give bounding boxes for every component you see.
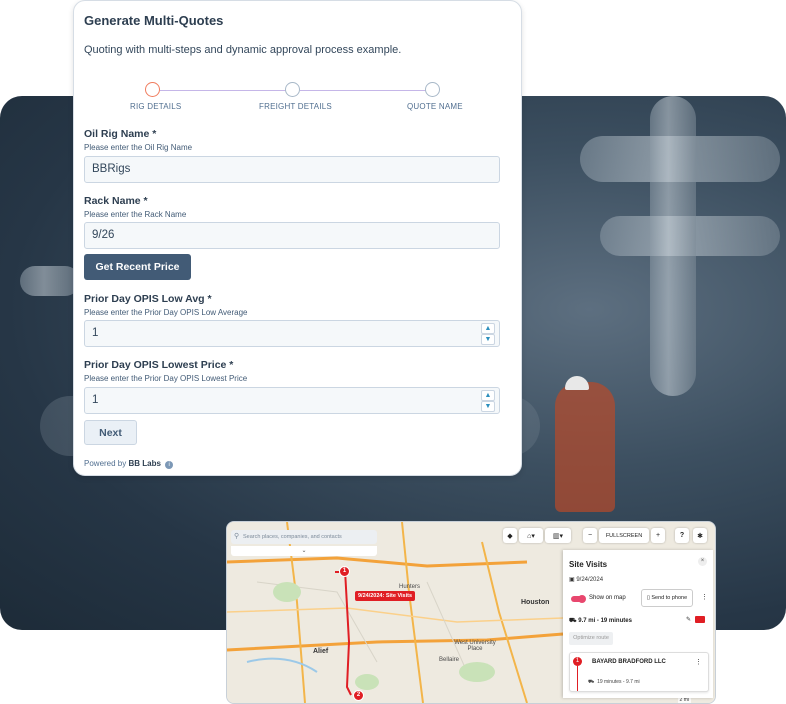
step-label: QUOTE NAME	[407, 102, 463, 111]
low-avg-stepper[interactable]: ▲ ▼	[481, 323, 495, 345]
map-style-dropdown-icon[interactable]: ▥▾	[545, 528, 571, 543]
route-summary-text: 9.7 mi - 19 minutes	[578, 618, 632, 624]
zoom-in-button[interactable]: +	[651, 528, 665, 543]
route-summary: ⛟ 9.7 mi - 19 minutes	[569, 617, 632, 625]
collapse-chevron-icon[interactable]: ⌄	[231, 546, 377, 556]
step-quote-name[interactable]	[425, 82, 440, 97]
form-title: Generate Multi-Quotes	[84, 13, 224, 28]
stop-duration: ⛟ 19 minutes - 9.7 mi	[588, 679, 640, 686]
show-on-map-label: Show on map	[589, 595, 626, 601]
powered-brand-link[interactable]: BB Labs	[128, 459, 160, 468]
layers-icon[interactable]: ◆	[503, 528, 517, 543]
low-avg-label: Prior Day OPIS Low Avg *	[84, 293, 212, 305]
stop-duration-text: 19 minutes - 9.7 mi	[597, 679, 640, 685]
send-to-phone-button[interactable]: ▯ Send to phone	[641, 589, 693, 607]
low-avg-help: Please enter the Prior Day OPIS Low Aver…	[84, 308, 248, 317]
settings-icon[interactable]: ✱	[693, 528, 707, 543]
step-label: RIG DETAILS	[130, 102, 182, 111]
rack-name-input[interactable]: 9/26	[84, 222, 500, 249]
decrement-icon[interactable]: ▼	[481, 334, 495, 345]
stop-options-icon[interactable]: ⋮	[695, 658, 702, 666]
map-widget: ⚲ Search places, companies, and contacts…	[226, 521, 716, 704]
increment-icon[interactable]: ▲	[481, 390, 495, 401]
map-label-alief: Alief	[313, 648, 329, 655]
site-visits-panel: Site Visits × ▣ 9/24/2024 Show on map ▯ …	[563, 550, 713, 698]
step-connector	[160, 90, 286, 91]
powered-prefix: Powered by	[84, 459, 127, 468]
rig-name-input[interactable]: BBRigs	[84, 156, 500, 183]
worker-figure	[555, 382, 615, 512]
pencil-icon[interactable]: ✎	[686, 616, 691, 623]
home-dropdown-icon[interactable]: ⌂▾	[519, 528, 543, 543]
pipe-graphic	[650, 96, 696, 396]
route-callout[interactable]: 9/24/2024: Site Visits	[355, 591, 416, 601]
rack-name-label: Rack Name *	[84, 195, 148, 207]
rig-name-help: Please enter the Oil Rig Name	[84, 143, 193, 152]
show-on-map-toggle[interactable]	[571, 595, 586, 603]
powered-by: Powered by BB Labs i	[84, 459, 174, 469]
zoom-out-button[interactable]: −	[583, 528, 597, 543]
map-label-houston: Houston	[521, 599, 550, 606]
send-to-phone-label: Send to phone	[651, 595, 688, 601]
next-button[interactable]: Next	[84, 420, 137, 445]
step-rig-details[interactable]	[145, 82, 160, 97]
stop-card[interactable]: 1 BAYARD BRADFORD LLC ⋮ ⛟ 19 minutes - 9…	[569, 652, 709, 692]
help-icon[interactable]: ?	[675, 528, 689, 543]
site-visits-date: ▣ 9/24/2024	[569, 576, 603, 583]
search-placeholder: Search places, companies, and contacts	[243, 534, 342, 540]
stop-route-connector	[577, 666, 578, 691]
low-avg-value: 1	[92, 327, 99, 339]
get-recent-price-button[interactable]: Get Recent Price	[84, 254, 191, 280]
stop-number: 1	[573, 657, 582, 666]
site-visits-date-text: 9/24/2024	[576, 577, 604, 583]
calendar-icon: ▣	[569, 577, 575, 583]
low-avg-input[interactable]: 1 ▲ ▼	[84, 320, 500, 347]
stop-name: BAYARD BRADFORD LLC	[592, 659, 666, 665]
search-icon: ⚲	[234, 533, 240, 540]
step-label: FREIGHT DETAILS	[259, 102, 332, 111]
map-label-bellaire: Bellaire	[439, 657, 460, 663]
car-icon: ⛟	[569, 618, 577, 624]
route-pin-1[interactable]: 1	[339, 566, 350, 577]
increment-icon[interactable]: ▲	[481, 323, 495, 334]
lowest-price-input[interactable]: 1 ▲ ▼	[84, 387, 500, 414]
close-icon[interactable]: ×	[698, 557, 707, 566]
lowest-price-stepper[interactable]: ▲ ▼	[481, 390, 495, 412]
rig-name-label: Oil Rig Name *	[84, 128, 157, 140]
lowest-price-value: 1	[92, 394, 99, 406]
fullscreen-button[interactable]: FULLSCREEN	[599, 528, 649, 543]
map-search-input[interactable]: ⚲ Search places, companies, and contacts	[231, 530, 377, 544]
lowest-price-help: Please enter the Prior Day OPIS Lowest P…	[84, 374, 248, 383]
hardhat	[565, 376, 589, 390]
rack-name-help: Please enter the Rack Name	[84, 210, 187, 219]
more-options-icon[interactable]: ⋮	[701, 593, 708, 601]
decrement-icon[interactable]: ▼	[481, 401, 495, 412]
form-subtitle: Quoting with multi-steps and dynamic app…	[84, 44, 402, 56]
route-pin-2[interactable]: 2	[353, 690, 364, 701]
map-label-hunters: Hunters	[399, 584, 421, 590]
quote-form-card: Generate Multi-Quotes Quoting with multi…	[73, 0, 522, 476]
lowest-price-label: Prior Day OPIS Lowest Price *	[84, 359, 234, 371]
car-icon: ⛟	[588, 679, 596, 685]
map-label-west-university: West University Place	[454, 640, 496, 652]
site-visits-title: Site Visits	[569, 560, 608, 569]
optimize-route-button[interactable]: Optimize route	[569, 632, 613, 645]
pipe-graphic	[20, 266, 80, 296]
step-freight-details[interactable]	[285, 82, 300, 97]
info-icon[interactable]: i	[165, 461, 174, 469]
route-color-swatch[interactable]	[695, 616, 705, 623]
step-connector	[300, 90, 426, 91]
